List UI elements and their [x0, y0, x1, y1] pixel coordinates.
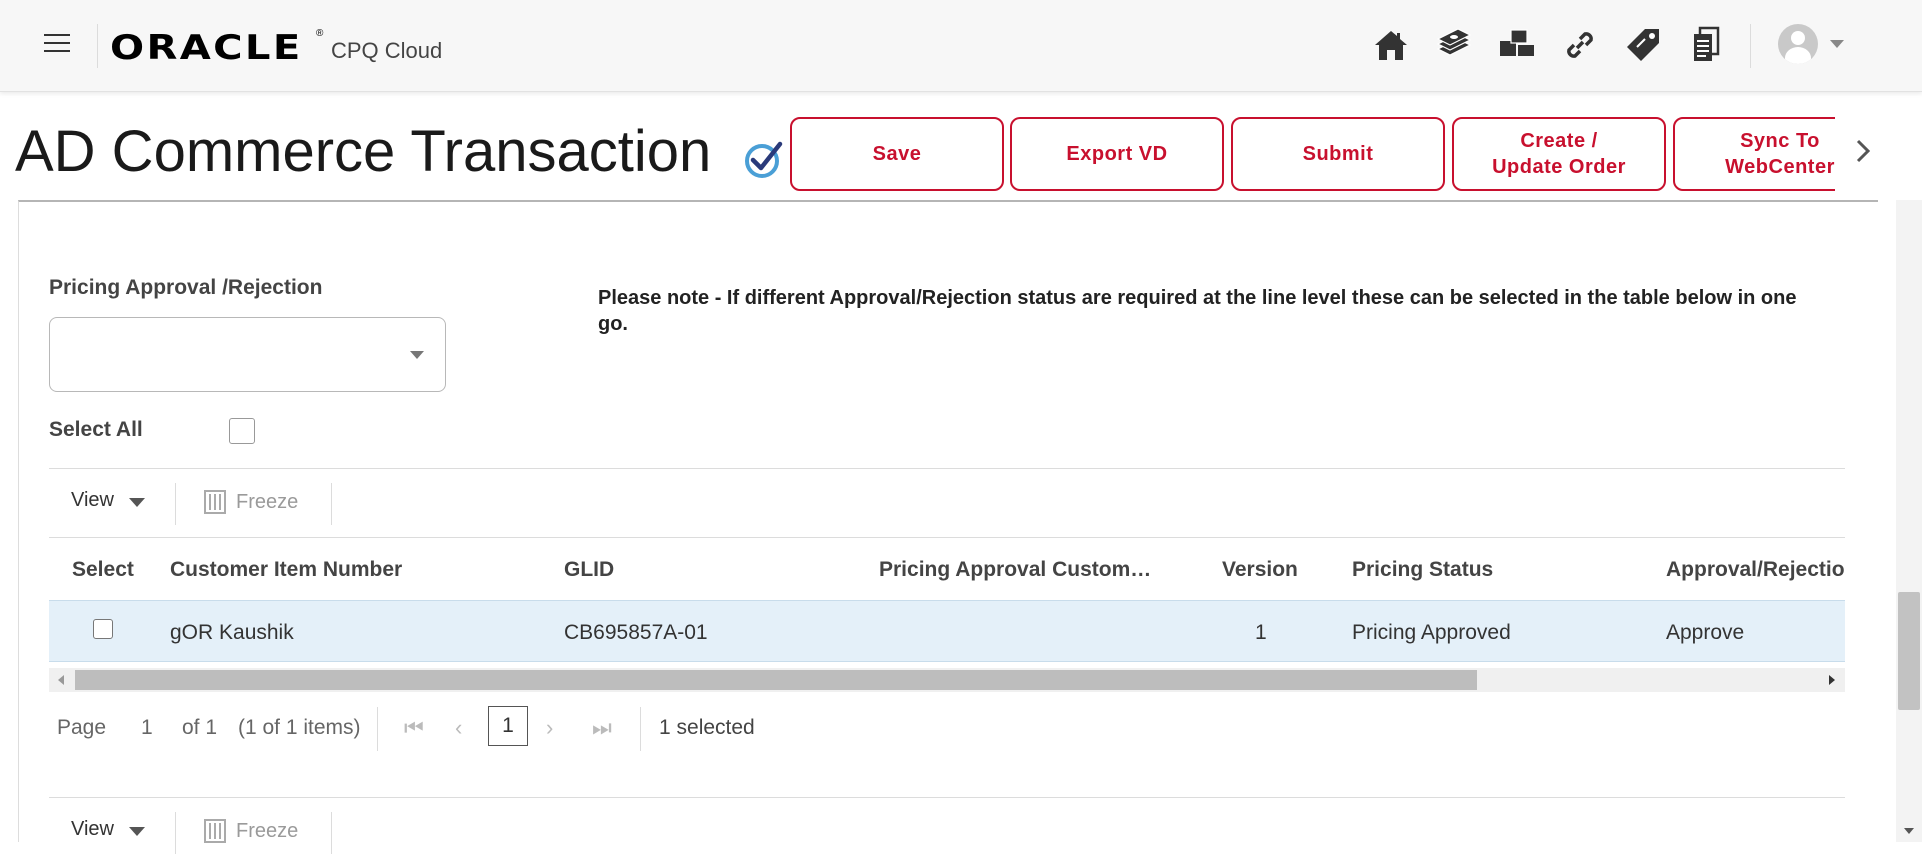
toolbar-divider [175, 812, 176, 854]
horizontal-scrollbar[interactable] [49, 668, 1845, 692]
documents-icon[interactable] [1685, 24, 1727, 66]
oracle-logo: ORACLE [110, 28, 303, 68]
table-row[interactable]: gOR Kaushik CB695857A-01 1 Pricing Appro… [49, 600, 1845, 662]
price-tag-icon[interactable] [1622, 24, 1664, 66]
column-header-glid[interactable]: GLID [564, 558, 614, 582]
freeze-label: Freeze [236, 819, 299, 842]
status-check-icon [745, 141, 783, 178]
chevron-down-icon[interactable] [410, 351, 424, 359]
user-avatar[interactable] [1778, 24, 1818, 64]
sync-to-webcenter-button[interactable]: Sync To WebCenter [1673, 117, 1835, 191]
column-header-customer-item-number[interactable]: Customer Item Number [170, 558, 402, 582]
freeze-button[interactable]: Freeze [204, 487, 298, 517]
scroll-left-icon[interactable] [58, 675, 64, 685]
home-icon[interactable] [1370, 24, 1412, 66]
header-nav [1370, 24, 1727, 66]
next-page-icon[interactable]: › [546, 715, 553, 741]
previous-page-icon[interactable]: ‹ [455, 715, 462, 741]
toolbar-divider [331, 483, 332, 525]
table-toolbar: View Freeze [49, 468, 1845, 536]
export-vd-button[interactable]: Export VD [1010, 117, 1224, 191]
chevron-right-icon[interactable] [1852, 136, 1876, 166]
view-menu[interactable]: View [71, 489, 114, 512]
submit-button[interactable]: Submit [1231, 117, 1445, 191]
approval-select[interactable] [49, 317, 446, 392]
last-page-icon[interactable]: ⏭ [592, 715, 612, 741]
scroll-down-icon[interactable] [1904, 828, 1914, 834]
toolbar-divider [331, 812, 332, 854]
freeze-icon [204, 490, 226, 514]
horizontal-scrollbar-thumb[interactable] [75, 670, 1477, 690]
page-number-input[interactable]: 1 [141, 716, 153, 740]
chevron-down-icon[interactable] [1830, 40, 1844, 48]
pager-divider [377, 707, 378, 751]
cell-pricing-status: Pricing Approved [1352, 621, 1511, 644]
chevron-down-icon[interactable] [129, 827, 145, 836]
boxes-icon[interactable] [1496, 24, 1538, 66]
column-header-pricing-status[interactable]: Pricing Status [1352, 558, 1493, 582]
select-all-label: Select All [49, 418, 143, 441]
money-icon[interactable] [1433, 24, 1475, 66]
app-header: ORACLE ® CPQ Cloud [0, 0, 1922, 92]
save-button[interactable]: Save [790, 117, 1004, 191]
product-name: CPQ Cloud [331, 38, 443, 63]
first-page-icon[interactable]: ⏮ [404, 715, 424, 741]
view-menu[interactable]: View [71, 818, 114, 841]
pagination: Page 1 of 1 (1 of 1 items) ⏮ ‹ 1 › ⏭ 1 s… [49, 700, 1845, 756]
table-header: Select Customer Item Number GLID Pricing… [49, 537, 1845, 600]
cell-customer-item-number: gOR Kaushik [170, 621, 294, 644]
freeze-icon [204, 819, 226, 843]
menu-icon[interactable] [44, 34, 70, 54]
header-divider [1750, 24, 1751, 68]
chevron-down-icon[interactable] [129, 498, 145, 507]
vertical-scrollbar[interactable] [1896, 200, 1922, 842]
select-all-checkbox[interactable] [229, 418, 255, 444]
column-header-version[interactable]: Version [1222, 558, 1298, 582]
column-header-select[interactable]: Select [72, 558, 134, 582]
column-header-pricing-approval-custom[interactable]: Pricing Approval Custom… [879, 558, 1169, 582]
cell-approval-rejection[interactable]: Approve [1666, 621, 1744, 645]
approval-label: Pricing Approval /Rejection [49, 276, 323, 299]
scroll-right-icon[interactable] [1829, 675, 1835, 685]
logo-registered-mark: ® [316, 28, 324, 39]
page-label: Page [57, 716, 107, 739]
approval-note: Please note - If different Approval/Reje… [598, 287, 1797, 335]
page-title: AD Commerce Transaction [15, 119, 712, 184]
vertical-scrollbar-thumb[interactable] [1898, 592, 1920, 710]
pager-divider [640, 707, 641, 751]
selected-count: 1 selected [659, 716, 755, 739]
create-update-order-button[interactable]: Create / Update Order [1452, 117, 1666, 191]
cell-glid: CB695857A-01 [564, 621, 708, 644]
current-page-button[interactable]: 1 [488, 706, 528, 746]
cell-version: 1 [1255, 621, 1267, 644]
header-divider [97, 24, 98, 68]
table-toolbar-lower: View Freeze [49, 797, 1845, 865]
column-header-approval-rejection[interactable]: Approval/Rejection [1666, 558, 1845, 582]
row-select-checkbox[interactable] [93, 619, 113, 639]
items-count: (1 of 1 items) [238, 716, 361, 739]
link-icon[interactable] [1559, 24, 1601, 66]
freeze-label: Freeze [236, 490, 299, 513]
toolbar-divider [175, 483, 176, 525]
action-toolbar: Save Export VD Submit Create / Update Or… [790, 117, 1835, 193]
page-count: of 1 [182, 716, 218, 739]
